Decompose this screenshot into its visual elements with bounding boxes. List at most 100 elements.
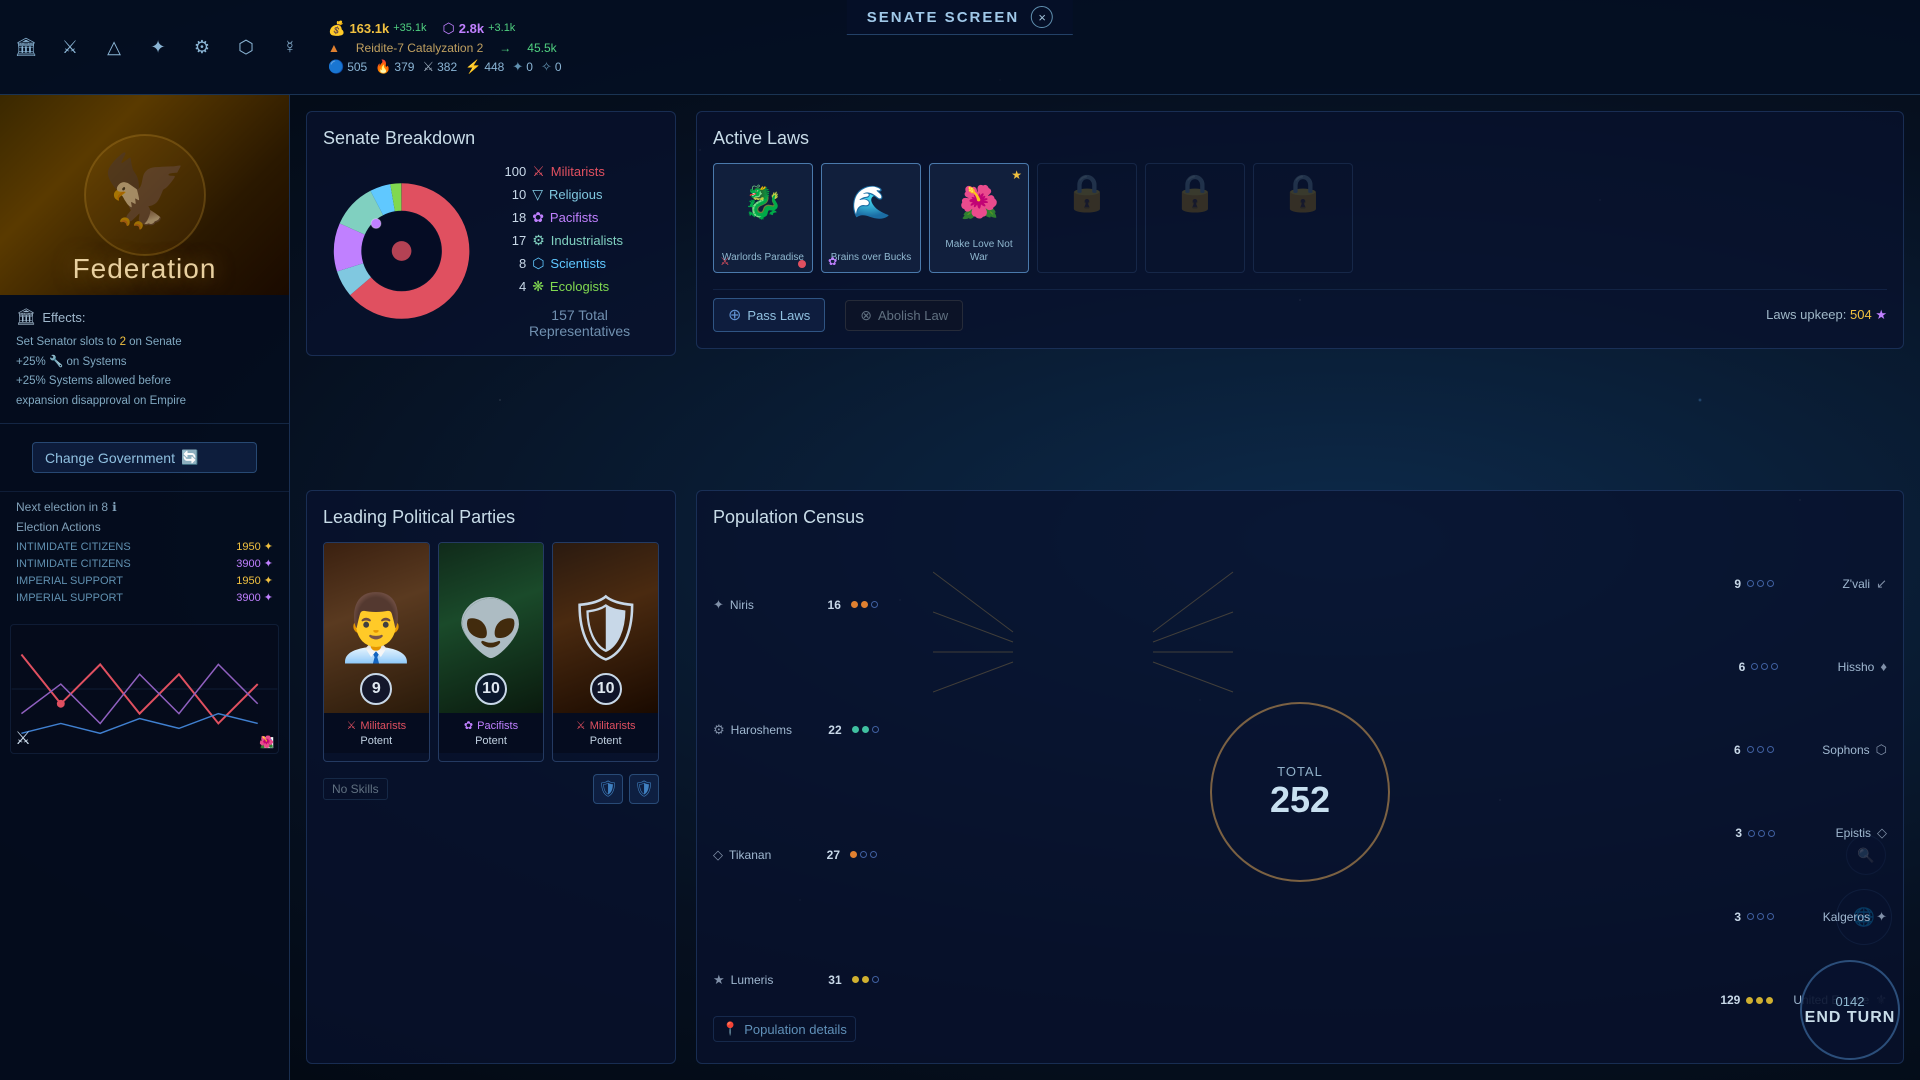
- active-laws-panel: Active Laws 🐉 Warlords Paradise ⚔ 🌊 Brai…: [696, 111, 1904, 349]
- population-census-panel: Population Census ✦ Niris 16 ⚙: [696, 490, 1904, 1064]
- party-card-art-2: 👽 10: [439, 543, 544, 713]
- party-card-info-2: ✿ Pacifists Potent: [439, 713, 544, 753]
- parties-cards-container: 👨‍💼 9 ⚔ Militarists Potent 👽 10: [323, 542, 659, 762]
- svg-text:🦅: 🦅: [101, 149, 188, 231]
- end-turn-button[interactable]: 0142 END TURN: [1800, 960, 1900, 1060]
- warlords-icon: 🐉: [743, 172, 783, 232]
- effects-list: Set Senator slots to 2 on Senate +25% 🔧 …: [16, 333, 273, 411]
- law-slot-locked-2: 🔒: [1145, 163, 1245, 273]
- laws-cards: 🐉 Warlords Paradise ⚔ 🌊 Brains over Buck…: [713, 163, 1887, 273]
- pass-laws-button[interactable]: ⊕ Pass Laws: [713, 298, 825, 332]
- research-value: 2.8k: [459, 21, 484, 36]
- census-total-value: 252: [1270, 779, 1330, 821]
- settings-icon[interactable]: ⚙: [188, 33, 216, 61]
- change-government-button[interactable]: Change Government 🔄: [32, 442, 257, 473]
- census-total-label: TOTAL: [1277, 764, 1323, 779]
- political-parties-panel: Leading Political Parties 👨‍💼 9 ⚔ Milita…: [306, 490, 676, 1064]
- shield-button-1[interactable]: 🛡: [593, 774, 623, 804]
- census-center: TOTAL 252: [933, 542, 1667, 1042]
- election-section: Next election in 8 ℹ Election Actions IN…: [0, 491, 289, 614]
- diplomacy-icon[interactable]: ⬡: [232, 33, 260, 61]
- sophons-dots: [1747, 746, 1774, 753]
- census-row-tikanan: ◇ Tikanan 27: [713, 847, 923, 863]
- stat-pop: 🔵 505: [328, 59, 367, 75]
- shield-buttons: 🛡 🛡: [593, 774, 659, 804]
- niris-dots: [851, 601, 878, 608]
- city-icon[interactable]: 🏛: [12, 33, 40, 61]
- lock-icon-3: 🔒: [1281, 172, 1326, 214]
- shield-button-2[interactable]: 🛡: [629, 774, 659, 804]
- left-panel: 🦅 Federation 🏛 Effects: Set Senator slot…: [0, 95, 290, 1080]
- special-resource-amount: 45.5k: [527, 41, 556, 55]
- main-content: Senate Breakdown: [290, 95, 1920, 1080]
- party-religious[interactable]: 10 ▽ Religious: [500, 186, 659, 203]
- warlords-name: Warlords Paradise: [722, 251, 804, 264]
- epistis-dots: [1748, 830, 1775, 837]
- election-action-1[interactable]: INTIMIDATE CITIZENS 1950 ✦: [16, 538, 273, 555]
- faction-name: Federation: [0, 253, 289, 285]
- location-icon: 📍: [722, 1021, 738, 1037]
- stat-lightning-val: 448: [484, 60, 504, 74]
- party-scientists[interactable]: 8 ⬡ Scientists: [500, 255, 659, 272]
- plus-icon: ⊕: [728, 305, 741, 325]
- chart-icons: ⚔: [15, 728, 31, 749]
- party-card-2[interactable]: 👽 10 ✿ Pacifists Potent: [438, 542, 545, 762]
- mini-chart-svg: [11, 625, 278, 753]
- laws-actions-bar: ⊕ Pass Laws ⊗ Abolish Law Laws upkeep: 5…: [713, 289, 1887, 332]
- party-card-3[interactable]: 🛡 10 ⚔ Militarists Potent: [552, 542, 659, 762]
- warlords-faction-icon: ⚔: [720, 255, 730, 268]
- population-details-button[interactable]: 📍 Population details: [713, 1016, 856, 1042]
- law-card-warlords[interactable]: 🐉 Warlords Paradise ⚔: [713, 163, 813, 273]
- party-rank-label-1: Potent: [330, 735, 423, 747]
- law-card-brains[interactable]: 🌊 Brains over Bucks ✿: [821, 163, 921, 273]
- census-left-column: ✦ Niris 16 ⚙ Haroshems 22: [713, 542, 933, 1042]
- party-pacifists[interactable]: 18 ✿ Pacifists: [500, 209, 659, 226]
- kalgeros-dots: [1747, 913, 1774, 920]
- make-love-icon: 🌺: [959, 172, 999, 232]
- military-icon[interactable]: ⚔: [56, 33, 84, 61]
- credits-resource: 💰 163.1k +35.1k: [328, 20, 427, 37]
- research-resource: ⬡ 2.8k +3.1k: [443, 20, 516, 37]
- party-list: 100 ⚔ Militarists 10 ▽ Religious 18 ✿ Pa…: [500, 163, 659, 295]
- party-industrialists[interactable]: 17 ⚙ Industrialists: [500, 232, 659, 249]
- credits-value: 163.1k: [349, 21, 389, 36]
- party-rank-badge-2: 10: [475, 673, 507, 705]
- senate-inner: 100 ⚔ Militarists 10 ▽ Religious 18 ✿ Pa…: [323, 163, 659, 339]
- stat-bar: 🔵 505 🔥 379 ⚔ 382 ⚡ 448 ✦ 0 ✧ 0: [328, 59, 562, 75]
- senate-donut-chart: [323, 171, 480, 331]
- united-empire-dots: [1746, 997, 1773, 1004]
- zvali-dots: [1747, 580, 1774, 587]
- stat-sword-val: 382: [437, 60, 457, 74]
- senate-breakdown-title: Senate Breakdown: [323, 128, 659, 149]
- laws-upkeep: Laws upkeep: 504 ★: [1766, 307, 1887, 323]
- party-card-1[interactable]: 👨‍💼 9 ⚔ Militarists Potent: [323, 542, 430, 762]
- election-action-2[interactable]: INTIMIDATE CITIZENS 3900 ✦: [16, 555, 273, 572]
- stat-star2: ✧ 0: [541, 59, 562, 75]
- election-action-4[interactable]: IMPERIAL SUPPORT 3900 ✦: [16, 589, 273, 606]
- law-card-make-love[interactable]: ★ 🌺 Make Love Not War: [929, 163, 1029, 273]
- senate-title-bar: SENATE SCREEN ×: [847, 0, 1073, 35]
- law-slot-locked-1: 🔒: [1037, 163, 1137, 273]
- ships-icon[interactable]: ✦: [144, 33, 172, 61]
- party-militarists[interactable]: 100 ⚔ Militarists: [500, 163, 659, 180]
- party-rank-label-3: Potent: [559, 735, 652, 747]
- party-faction-label-1: ⚔ Militarists: [330, 719, 423, 732]
- party-rank-badge-3: 10: [590, 673, 622, 705]
- heroes-icon[interactable]: ☿: [276, 33, 304, 61]
- change-gov-section: Change Government 🔄: [0, 424, 289, 491]
- law-slot-locked-3: 🔒: [1253, 163, 1353, 273]
- close-button[interactable]: ×: [1031, 6, 1053, 28]
- top-icons: 🏛 ⚔ △ ✦ ⚙ ⬡ ☿: [0, 25, 316, 69]
- brains-icon: 🌊: [851, 172, 891, 232]
- special-resource-name: Reidite-7 Catalyzation 2: [356, 41, 483, 55]
- brains-name: Brains over Bucks: [831, 251, 912, 264]
- faction-banner: 🦅 Federation: [0, 95, 289, 295]
- brains-faction-icon: ✿: [828, 255, 837, 268]
- party-rank-label-2: Potent: [445, 735, 538, 747]
- stat-lightning: ⚡ 448: [465, 59, 504, 75]
- election-action-3[interactable]: IMPERIAL SUPPORT 1950 ✦: [16, 572, 273, 589]
- production-icon[interactable]: △: [100, 33, 128, 61]
- party-ecologists[interactable]: 4 ❋ Ecologists: [500, 278, 659, 295]
- active-laws-title: Active Laws: [713, 128, 1887, 149]
- party-list-container: 100 ⚔ Militarists 10 ▽ Religious 18 ✿ Pa…: [500, 163, 659, 339]
